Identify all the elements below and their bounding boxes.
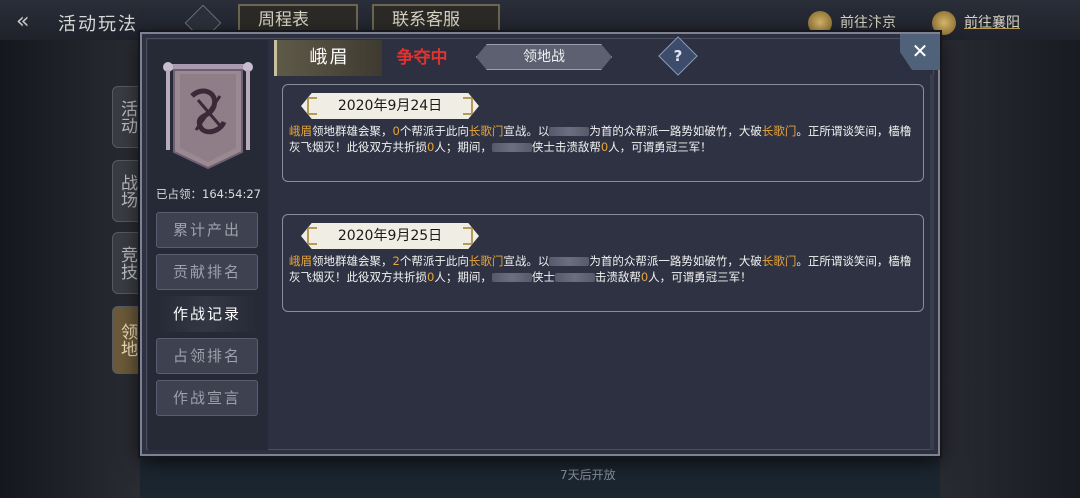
help-button[interactable]: ? [658, 36, 698, 76]
record-date-text: 2020年9月24日 [337, 98, 443, 114]
side-tab-activity[interactable]: 活动 [112, 86, 142, 148]
record-date-text: 2020年9月25日 [337, 228, 443, 244]
occupied-time: 已占领：164:54:27 [156, 187, 261, 201]
redacted-player-name [554, 273, 595, 282]
help-icon: ? [673, 47, 683, 65]
contribution-ranking-button[interactable]: 贡献排名 [156, 254, 258, 290]
record-text-part: 为首的众帮派一路势如破竹，大破 [589, 254, 762, 268]
bottom-background [140, 455, 940, 498]
side-tab-arena[interactable]: 竞技 [112, 232, 142, 294]
record-text-part: 人；期间， [434, 140, 492, 154]
ornament-icon [463, 97, 473, 115]
page-title: 活动玩法 [58, 14, 138, 35]
back-arrow-icon[interactable]: « [16, 10, 46, 34]
occupation-ranking-button[interactable]: 占领排名 [156, 338, 258, 374]
record-text-part: 为首的众帮派一路势如破竹，大破 [589, 124, 762, 138]
redacted-guild-name [549, 127, 590, 136]
side-tab-territory[interactable]: 领地 [112, 306, 142, 374]
record-text-part: 宣战。以 [503, 124, 550, 138]
record-text: 峨眉领地群雄会聚，0个帮派于此向长歌门宣战。以 为首的众帮派一路势如破竹，大破长歌… [289, 123, 921, 155]
guild-count: 2 [392, 254, 400, 268]
record-text-part: 人；期间， [434, 270, 492, 284]
territory-war-modal: 已占领：164:54:27 累计产出 贡献排名 作战记录 占领排名 作战宣言 峨… [140, 32, 940, 456]
redacted-player-name [491, 273, 532, 282]
right-background [930, 40, 1080, 498]
side-tab-battlefield[interactable]: 战场 [112, 160, 142, 222]
faction-highlight: 长歌门 [761, 124, 797, 138]
ornament-icon [463, 227, 473, 245]
record-date: 2020年9月25日 [301, 223, 479, 249]
redacted-guild-name [549, 257, 590, 266]
modal-side-panel: 已占领：164:54:27 累计产出 贡献排名 作战记录 占领排名 作战宣言 [148, 40, 268, 450]
faction-highlight: 长歌门 [761, 254, 797, 268]
record-text-part: 领地群雄会聚， [312, 254, 393, 268]
guild-count: 0 [392, 124, 400, 138]
record-text-part: 个帮派于此向 [399, 254, 469, 268]
record-text-part: 击溃敌帮 [594, 270, 641, 284]
faction-highlight: 长歌门 [468, 124, 504, 138]
ornament-icon [307, 97, 317, 115]
goto-xiangyang-button[interactable]: 前往襄阳 [930, 10, 1020, 36]
goto-xiangyang-label: 前往襄阳 [964, 15, 1020, 31]
record-date: 2020年9月24日 [301, 93, 479, 119]
close-button[interactable]: ✕ [900, 34, 940, 70]
territory-highlight: 峨眉 [289, 254, 312, 268]
territory-highlight: 峨眉 [289, 124, 312, 138]
redacted-player-name [491, 143, 532, 152]
scrollbar[interactable] [930, 74, 934, 450]
territory-status: 争夺中 [396, 48, 448, 68]
guild-banner-icon [163, 62, 253, 170]
record-text-part: 宣战。以 [503, 254, 550, 268]
faction-highlight: 长歌门 [468, 254, 504, 268]
accumulated-output-button[interactable]: 累计产出 [156, 212, 258, 248]
battle-record-card: 2020年9月24日 峨眉领地群雄会聚，0个帮派于此向长歌门宣战。以 为首的众帮派… [282, 84, 924, 182]
record-text-part: 人，可谓勇冠三军！ [648, 270, 752, 284]
record-text-part: 领地群雄会聚， [312, 124, 393, 138]
ornament-icon [307, 227, 317, 245]
battle-declaration-button[interactable]: 作战宣言 [156, 380, 258, 416]
battle-record-button[interactable]: 作战记录 [156, 296, 258, 332]
record-text: 峨眉领地群雄会聚，2个帮派于此向长歌门宣战。以 为首的众帮派一路势如破竹，大破长歌… [289, 253, 921, 285]
record-text-part: 侠士 [531, 270, 555, 284]
open-countdown: 7天后开放 [560, 468, 616, 482]
territory-name: 峨眉 [274, 40, 382, 76]
goto-bianjing-label: 前往汴京 [840, 15, 896, 31]
record-text-part: 侠士击溃敌帮 [531, 140, 601, 154]
battle-record-card: 2020年9月25日 峨眉领地群雄会聚，2个帮派于此向长歌门宣战。以 为首的众帮派… [282, 214, 924, 312]
record-text-part: 个帮派于此向 [399, 124, 469, 138]
tab-territory-war[interactable]: 领地战 [476, 44, 612, 70]
record-text-part: 人，可谓勇冠三军！ [608, 140, 712, 154]
